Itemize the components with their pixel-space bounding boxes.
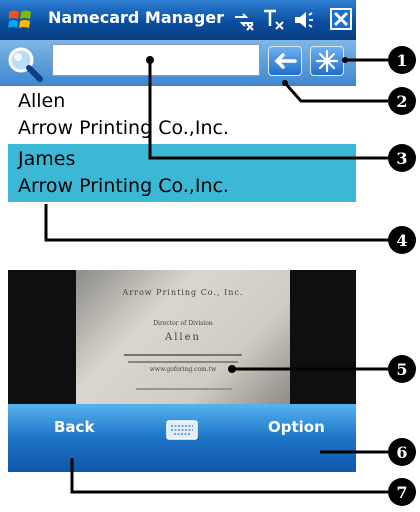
windows-logo-icon[interactable] <box>6 6 34 34</box>
close-button[interactable] <box>330 8 352 30</box>
close-icon <box>333 11 349 27</box>
magnifier-icon[interactable] <box>6 45 44 83</box>
title-bar: Namecard Manager <box>0 0 356 40</box>
app-title: Namecard Manager <box>48 8 225 27</box>
namecard-preview[interactable]: Arrow Printing Co., Inc. Director of Div… <box>8 270 356 404</box>
card-phone-line <box>128 361 238 363</box>
backspace-arrow-icon <box>274 53 297 69</box>
capture-icon <box>315 49 339 73</box>
contact-name: James <box>18 148 76 170</box>
card-title: Director of Division <box>153 320 213 327</box>
search-input[interactable] <box>52 44 260 76</box>
card-company: Arrow Printing Co., Inc. <box>122 288 244 297</box>
svg-text:7: 7 <box>396 483 407 502</box>
list-item-selected[interactable]: James Arrow Printing Co.,Inc. <box>8 144 356 202</box>
volume-icon[interactable] <box>292 8 316 32</box>
signal-off-icon[interactable] <box>262 8 286 32</box>
card-name: Allen <box>165 332 201 343</box>
search-toolbar <box>0 40 356 86</box>
contact-company: Arrow Printing Co.,Inc. <box>18 117 229 139</box>
namecard-photo: Arrow Printing Co., Inc. Director of Div… <box>76 270 290 404</box>
back-softkey[interactable]: Back <box>54 418 94 436</box>
list-item[interactable]: Allen Arrow Printing Co.,Inc. <box>8 86 356 144</box>
card-address-line <box>124 354 242 356</box>
namecard-list: Allen Arrow Printing Co.,Inc. James Arro… <box>8 86 356 270</box>
svg-text:4: 4 <box>396 231 407 250</box>
contact-name: Allen <box>18 90 66 112</box>
svg-text:3: 3 <box>396 149 407 168</box>
pocketpc-screen: Namecard Manager Allen Arrow Printing Co… <box>0 0 356 472</box>
card-website: www.goforing.com.tw <box>149 366 217 373</box>
softkey-bar: Back Option <box>8 404 356 472</box>
svg-text:1: 1 <box>396 51 407 70</box>
backspace-button[interactable] <box>268 46 302 76</box>
keyboard-icon[interactable] <box>166 420 198 440</box>
option-softkey[interactable]: Option <box>268 418 325 436</box>
capture-button[interactable] <box>310 46 344 76</box>
svg-text:6: 6 <box>396 443 407 462</box>
svg-text:5: 5 <box>396 360 407 379</box>
svg-text:2: 2 <box>396 92 407 111</box>
card-footer-line <box>136 388 232 390</box>
connectivity-icon[interactable] <box>232 8 256 32</box>
contact-company: Arrow Printing Co.,Inc. <box>18 175 229 197</box>
